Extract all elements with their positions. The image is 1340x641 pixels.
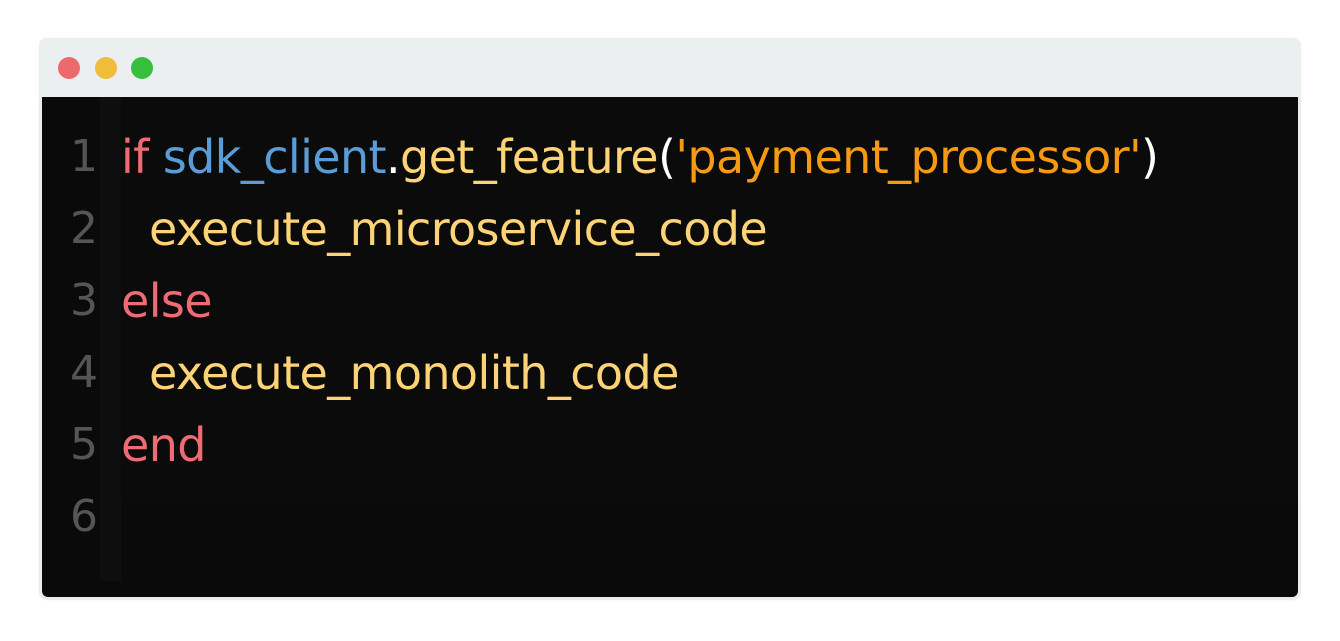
code-token-keyword: end [121, 418, 206, 472]
code-token-keyword: if [121, 130, 149, 184]
code-token-string: 'payment_processor' [675, 130, 1142, 184]
code-token-punct: ( [658, 130, 676, 184]
gutter-separator [100, 97, 121, 581]
line-number: 6 [70, 491, 98, 542]
code-line: else [121, 265, 213, 337]
line-number: 1 [70, 131, 98, 182]
line-number: 3 [70, 275, 98, 326]
close-window-icon[interactable] [58, 57, 80, 79]
code-token-method: get_feature [400, 130, 659, 184]
line-number: 5 [70, 419, 98, 470]
code-editor[interactable]: 1 if sdk_client.get_feature('payment_proc… [42, 97, 1298, 597]
code-token-method: execute_monolith_code [121, 346, 679, 400]
code-token-punct: ) [1141, 130, 1159, 184]
code-token-keyword: else [121, 274, 213, 328]
window-titlebar [39, 38, 1301, 97]
minimize-window-icon[interactable] [95, 57, 117, 79]
line-number: 2 [70, 203, 98, 254]
code-token-object: sdk_client [162, 130, 387, 184]
code-line: end [121, 409, 206, 481]
code-line: execute_microservice_code [121, 193, 768, 265]
maximize-window-icon[interactable] [131, 57, 153, 79]
line-number: 4 [70, 347, 98, 398]
code-line: execute_monolith_code [121, 337, 679, 409]
code-token-method: execute_microservice_code [121, 202, 768, 256]
code-window: 1 if sdk_client.get_feature('payment_proc… [39, 38, 1301, 600]
code-token-punct: . [385, 130, 401, 184]
code-line: if sdk_client.get_feature('payment_proce… [121, 121, 1159, 193]
